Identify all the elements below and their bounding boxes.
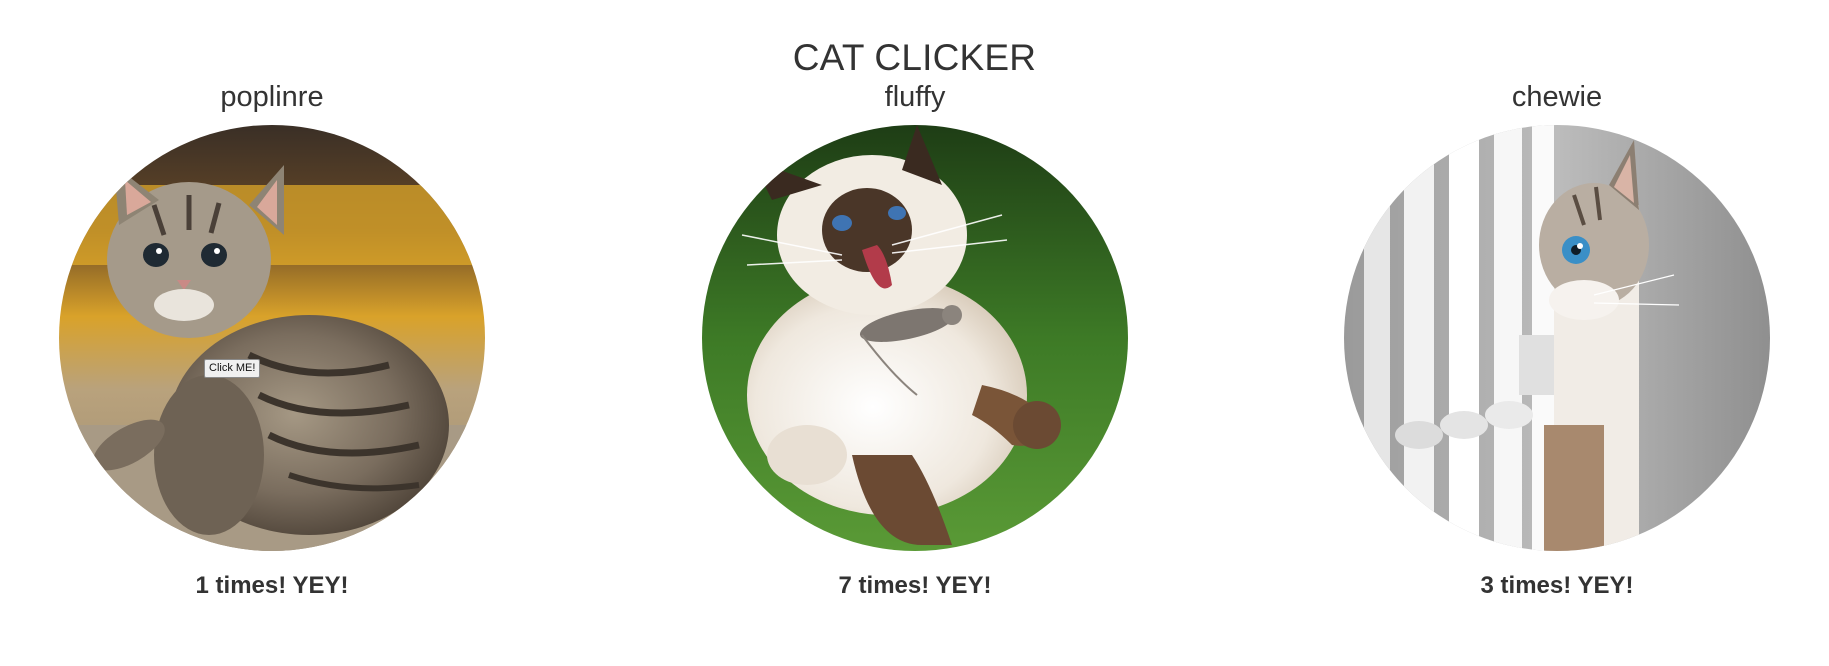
cat-photo-container[interactable] (702, 125, 1128, 551)
cat-name: fluffy (884, 81, 946, 113)
cat-name: poplinre (220, 81, 324, 113)
click-count: 3 times! YEY! (1480, 572, 1634, 599)
cat-card-chewie: chewie 3 times! YEY! (1337, 78, 1777, 601)
cat-card-poplinre: poplinre Click ME! 1 times! YEY! (52, 78, 492, 601)
page-title: CAT CLICKER (792, 36, 1037, 78)
cat-photo-peeking-cat[interactable] (1344, 125, 1770, 551)
cat-photo-container[interactable]: Click ME! (59, 125, 485, 551)
click-me-button[interactable]: Click ME! (204, 359, 261, 378)
click-count: 7 times! YEY! (838, 572, 992, 599)
cat-photo-tabby-kitten[interactable] (59, 125, 485, 551)
click-count: 1 times! YEY! (195, 572, 349, 599)
cat-name: chewie (1511, 81, 1603, 113)
cat-photo-container[interactable] (1344, 125, 1770, 551)
cat-card-fluffy: fluffy 7 times! YEY! (695, 78, 1135, 601)
cat-photo-siamese-with-mouse[interactable] (702, 125, 1128, 551)
